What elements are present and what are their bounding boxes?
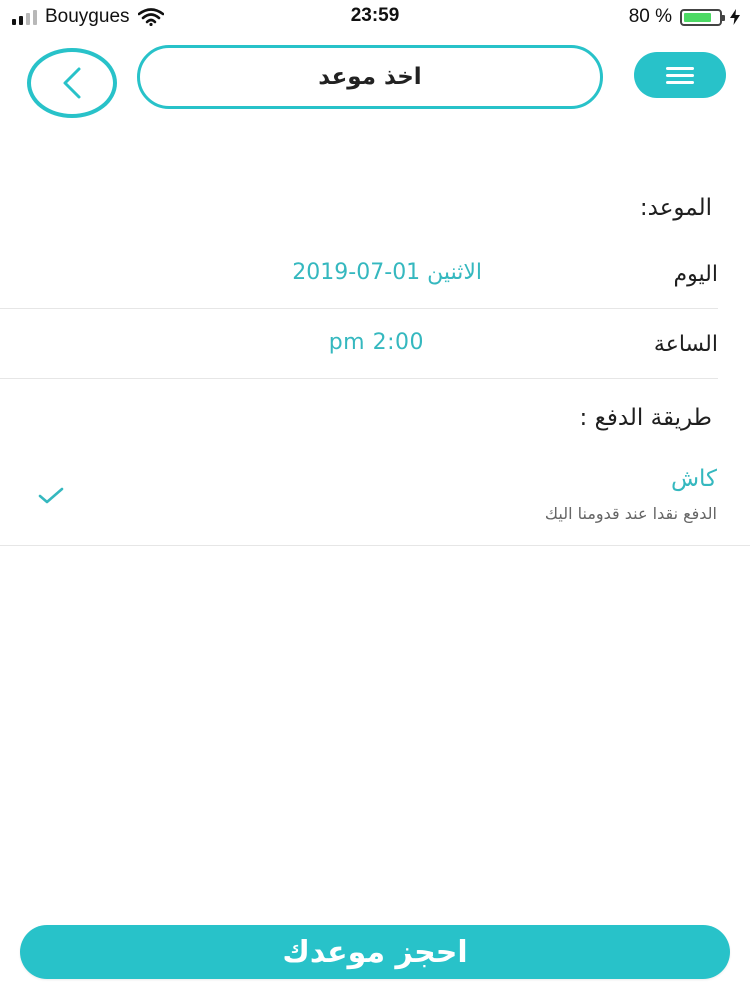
battery-percent: 80 % xyxy=(628,6,672,27)
status-right: 80 % xyxy=(629,6,740,28)
page-title: اخذ موعد xyxy=(137,45,603,109)
day-value: الاثنين 01-07-2019 xyxy=(292,260,482,285)
menu-button[interactable] xyxy=(634,52,726,98)
payment-method-description: الدفع نقدا عند قدومنا اليك xyxy=(544,504,717,523)
day-row[interactable]: اليوم الاثنين 01-07-2019 xyxy=(0,248,718,309)
charging-bolt-icon xyxy=(730,9,740,25)
book-appointment-button[interactable]: احجز موعدك xyxy=(20,925,730,979)
hamburger-icon-line xyxy=(666,80,694,84)
back-button[interactable] xyxy=(27,48,117,118)
chevron-left-icon xyxy=(63,67,81,99)
payment-section-title: طريقة الدفع : xyxy=(579,405,712,431)
payment-method-name[interactable]: كاش xyxy=(671,466,717,492)
hamburger-icon-line xyxy=(666,66,694,70)
status-bar: Bouygues 23:59 80 % xyxy=(0,0,750,34)
battery-fill xyxy=(684,12,712,22)
day-label: اليوم xyxy=(673,262,718,287)
time-label: الساعة xyxy=(653,332,718,357)
battery-icon xyxy=(680,8,725,26)
time-value: pm 2:00 xyxy=(328,330,424,355)
appointment-section-title: الموعد: xyxy=(639,195,712,221)
checkmark-icon xyxy=(38,487,64,504)
divider xyxy=(0,545,750,546)
time-row[interactable]: الساعة pm 2:00 xyxy=(0,308,718,379)
hamburger-icon-line xyxy=(666,73,694,77)
